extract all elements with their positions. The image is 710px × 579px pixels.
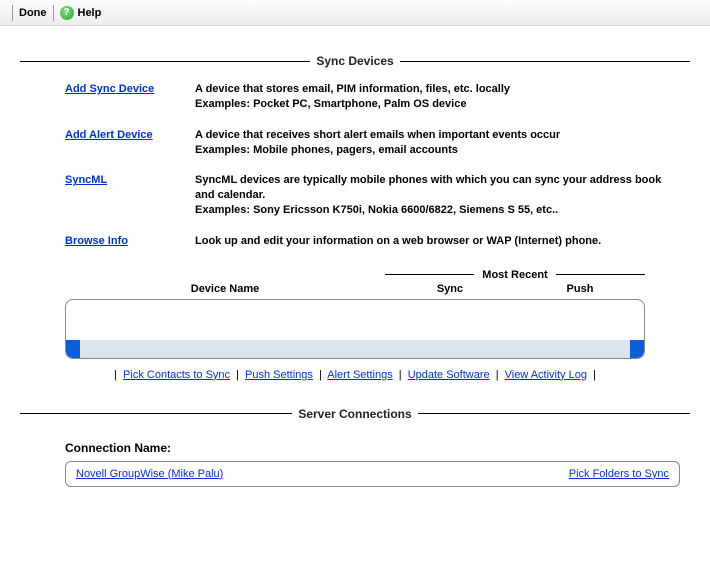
help-button[interactable]: ? Help xyxy=(60,6,102,20)
table-header-bottom: Device Name Sync Push xyxy=(65,283,645,295)
server-connections-label: Server Connections xyxy=(292,407,417,421)
update-software-link[interactable]: Update Software xyxy=(408,369,490,381)
browse-info-link[interactable]: Browse Info xyxy=(65,235,128,247)
sync-devices-label: Sync Devices xyxy=(310,54,399,68)
browse-info-desc: Look up and edit your information on a w… xyxy=(195,234,680,249)
def-row: Add Alert Device A device that receives … xyxy=(65,128,680,158)
col-push: Push xyxy=(515,283,645,295)
add-alert-device-link[interactable]: Add Alert Device xyxy=(65,129,153,141)
server-connections-heading: Server Connections xyxy=(20,407,690,421)
connection-wrap: Connection Name: Novell GroupWise (Mike … xyxy=(65,441,680,487)
add-alert-device-desc: A device that receives short alert email… xyxy=(195,128,680,158)
col-device-name: Device Name xyxy=(65,283,385,295)
syncml-link[interactable]: SyncML xyxy=(65,174,107,186)
device-table-wrap: Most Recent Device Name Sync Push xyxy=(65,269,645,359)
toolbar: Done ? Help xyxy=(0,0,710,26)
done-button[interactable]: Done xyxy=(19,7,47,19)
connection-name-label: Connection Name: xyxy=(65,441,680,455)
toolbar-separator xyxy=(12,5,13,21)
help-label: Help xyxy=(78,7,102,19)
add-sync-device-desc: A device that stores email, PIM informat… xyxy=(195,82,680,112)
bottom-links: | Pick Contacts to Sync | Push Settings … xyxy=(65,369,645,381)
add-sync-device-link[interactable]: Add Sync Device xyxy=(65,83,154,95)
view-activity-log-link[interactable]: View Activity Log xyxy=(505,369,587,381)
horizontal-scrollbar[interactable] xyxy=(66,340,644,358)
connection-name-link[interactable]: Novell GroupWise (Mike Palu) xyxy=(76,468,223,480)
connection-row: Novell GroupWise (Mike Palu) Pick Folder… xyxy=(65,461,680,487)
push-settings-link[interactable]: Push Settings xyxy=(245,369,313,381)
syncml-desc: SyncML devices are typically mobile phon… xyxy=(195,173,680,218)
content-area: Sync Devices Add Sync Device A device th… xyxy=(0,26,710,507)
def-row: SyncML SyncML devices are typically mobi… xyxy=(65,173,680,218)
pick-folders-link[interactable]: Pick Folders to Sync xyxy=(569,468,669,480)
toolbar-separator xyxy=(53,5,54,21)
def-row: Add Sync Device A device that stores ema… xyxy=(65,82,680,112)
scroll-right-button[interactable] xyxy=(630,340,644,358)
scroll-left-button[interactable] xyxy=(66,340,80,358)
table-header-top: Most Recent xyxy=(65,269,645,281)
sync-devices-heading: Sync Devices xyxy=(20,54,690,68)
col-sync: Sync xyxy=(385,283,515,295)
device-table xyxy=(65,299,645,359)
help-icon: ? xyxy=(60,6,74,20)
pick-contacts-link[interactable]: Pick Contacts to Sync xyxy=(123,369,230,381)
definition-list: Add Sync Device A device that stores ema… xyxy=(65,82,680,249)
alert-settings-link[interactable]: Alert Settings xyxy=(327,369,392,381)
def-row: Browse Info Look up and edit your inform… xyxy=(65,234,680,249)
most-recent-label: Most Recent xyxy=(474,269,555,281)
